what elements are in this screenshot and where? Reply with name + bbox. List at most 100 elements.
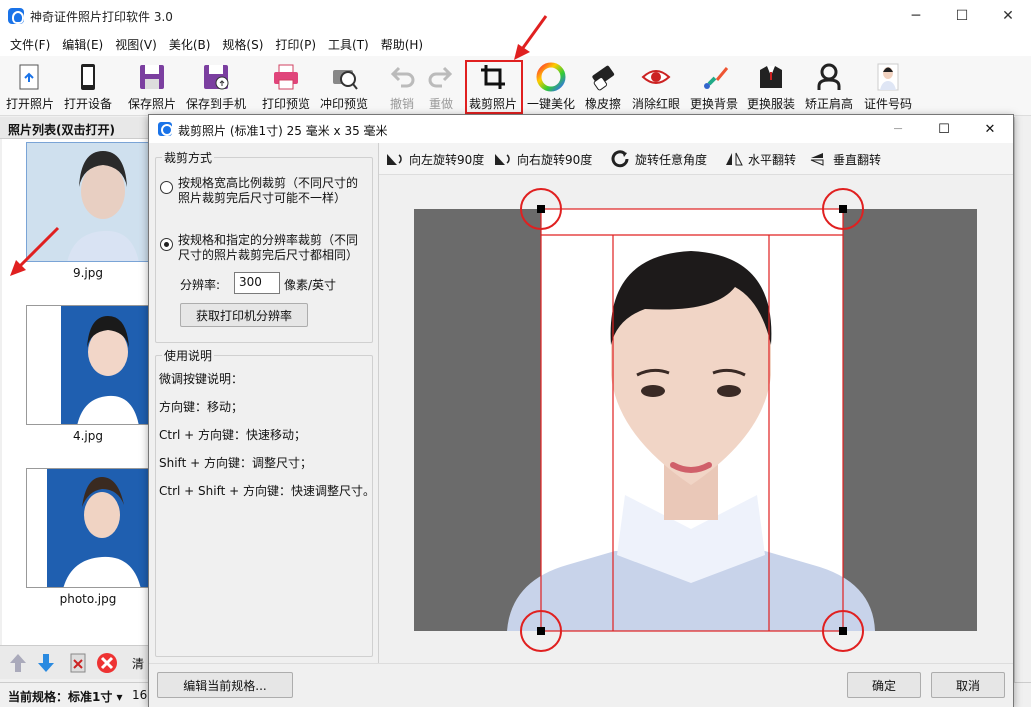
resolution-unit: 像素/英寸: [284, 278, 337, 292]
crop-canvas[interactable]: [379, 175, 1013, 663]
minimize-button[interactable]: ─: [893, 0, 939, 32]
save-photo-label: 保存照片: [128, 97, 177, 111]
usage-title: 使用说明: [162, 347, 215, 364]
get-printer-resolution-button[interactable]: 获取打印机分辨率: [180, 303, 308, 327]
right-side-strip: [1014, 117, 1031, 682]
print-preview-button[interactable]: 打印预览: [262, 60, 310, 114]
redo-button[interactable]: 重做: [424, 60, 458, 114]
correct-shoulders-button[interactable]: 矫正肩高: [805, 60, 853, 114]
develop-preview-label: 冲印预览: [320, 97, 369, 111]
rotate-left-button[interactable]: 向左旋转90度: [385, 149, 484, 169]
crop-resolution-radio[interactable]: [160, 238, 173, 251]
clear-label[interactable]: 清: [132, 655, 144, 672]
eraser-button[interactable]: 橡皮擦: [585, 60, 621, 114]
menu-view[interactable]: 视图(V): [109, 36, 163, 53]
dialog-close-button[interactable]: ✕: [967, 115, 1013, 143]
menu-print[interactable]: 打印(P): [269, 36, 322, 53]
flip-vertical-button[interactable]: 垂直翻转: [809, 149, 881, 169]
ok-button[interactable]: 确定: [847, 672, 921, 698]
remove-red-eye-label: 消除红眼: [632, 97, 681, 111]
crop-mode-title: 裁剪方式: [162, 149, 215, 166]
redo-icon: [424, 60, 458, 94]
move-down-icon[interactable]: [36, 652, 56, 674]
dialog-minimize-button[interactable]: ─: [875, 115, 921, 143]
photo-list-actions: 清: [0, 645, 148, 679]
edit-spec-button[interactable]: 编辑当前规格...: [157, 672, 293, 698]
crop-highlight-box: [465, 60, 523, 114]
open-device-button[interactable]: 打开设备: [64, 60, 112, 114]
open-photo-label: 打开照片: [6, 97, 55, 111]
printer-icon: [269, 60, 303, 94]
change-clothes-label: 更换服装: [747, 97, 796, 111]
rotate-left-label: 向左旋转90度: [409, 152, 485, 167]
open-photo-button[interactable]: 打开照片: [6, 60, 54, 114]
crop-resolution-label[interactable]: 按规格和指定的分辨率裁剪（不同 尺寸的照片裁剪完后尺寸都相同）: [178, 233, 358, 263]
photo-name-4: 4.jpg: [72, 429, 104, 443]
crop-resolution-line1: 按规格和指定的分辨率裁剪（不同: [178, 233, 359, 247]
eraser-label: 橡皮擦: [585, 97, 622, 111]
change-clothes-button[interactable]: 更换服装: [747, 60, 795, 114]
rotate-right-label: 向右旋转90度: [517, 152, 593, 167]
flip-horizontal-button[interactable]: 水平翻转: [724, 149, 796, 169]
resolution-input[interactable]: 300: [234, 272, 280, 294]
menu-tools[interactable]: 工具(T): [322, 36, 375, 53]
phone-icon: [71, 60, 105, 94]
current-spec-select[interactable]: 标准1寸 ▾: [68, 688, 123, 705]
redo-label: 重做: [428, 97, 453, 111]
dialog-title: 裁剪照片 (标准1寸) 25 毫米 x 35 毫米: [178, 124, 388, 138]
dialog-footer: 编辑当前规格... 确定 取消: [149, 663, 1013, 707]
save-to-phone-label: 保存到手机: [186, 97, 247, 111]
close-button[interactable]: ✕: [985, 0, 1031, 32]
rotate-right-button[interactable]: 向右旋转90度: [493, 149, 592, 169]
menu-help[interactable]: 帮助(H): [375, 36, 429, 53]
rotate-right-icon: [495, 154, 510, 165]
open-photo-icon: [13, 60, 47, 94]
one-click-beautify-button[interactable]: 一键美化: [527, 60, 575, 114]
remove-red-eye-button[interactable]: 消除红眼: [632, 60, 680, 114]
develop-preview-button[interactable]: 冲印预览: [320, 60, 368, 114]
change-background-button[interactable]: 更换背景: [690, 60, 738, 114]
rotate-any-label: 旋转任意角度: [635, 152, 708, 167]
menu-edit[interactable]: 编辑(E): [56, 36, 109, 53]
photo-thumbnail-4[interactable]: [26, 305, 150, 425]
menu-spec[interactable]: 规格(S): [216, 36, 269, 53]
undo-label: 撤销: [389, 97, 414, 111]
crop-ratio-label[interactable]: 按规格宽高比例裁剪（不同尺寸的 照片裁剪完后尺寸可能不一样）: [178, 176, 358, 206]
photo-thumbnail-photo[interactable]: [26, 468, 150, 588]
help-line: Shift + 方向键：调整尺寸；: [159, 456, 312, 470]
crop-ratio-line1: 按规格宽高比例裁剪（不同尺寸的: [178, 176, 359, 190]
flip-horizontal-icon: [726, 152, 743, 166]
maximize-button[interactable]: ☐: [939, 0, 985, 32]
crop-mode-group: 裁剪方式 按规格宽高比例裁剪（不同尺寸的 照片裁剪完后尺寸可能不一样） 按规格和指…: [155, 149, 373, 343]
current-spec-label: 当前规格：: [8, 690, 69, 704]
correct-shoulders-label: 矫正肩高: [805, 97, 854, 111]
undo-icon: [385, 60, 419, 94]
id-size-button[interactable]: 证件号码: [864, 60, 912, 114]
undo-button[interactable]: 撤销: [385, 60, 419, 114]
rotate-left-icon: [387, 154, 402, 165]
eraser-icon: [586, 60, 620, 94]
photo-list: 9.jpg 4.jpg photo.jpg: [2, 139, 150, 645]
dialog-maximize-button[interactable]: ☐: [921, 115, 967, 143]
cancel-button[interactable]: 取消: [931, 672, 1005, 698]
image-tools-bar: 向左旋转90度 向右旋转90度 旋转任意角度 水平翻转 垂直翻转: [379, 143, 1013, 175]
menu-file[interactable]: 文件(F): [4, 36, 56, 53]
flip-vertical-label: 垂直翻转: [833, 152, 882, 167]
rotate-any-angle-button[interactable]: 旋转任意角度: [611, 149, 707, 169]
rotate-any-icon: [611, 150, 629, 168]
person-outline-icon: [812, 60, 846, 94]
photo-name-photo: photo.jpg: [59, 592, 117, 606]
menu-beautify[interactable]: 美化(B): [163, 36, 217, 53]
crop-resolution-line2: 尺寸的照片裁剪完后尺寸都相同）: [178, 248, 359, 262]
paint-brush-icon: [697, 60, 731, 94]
save-to-phone-button[interactable]: 保存到手机: [186, 60, 246, 114]
chevron-down-icon: ▾: [116, 690, 123, 704]
crop-ratio-radio[interactable]: [160, 181, 173, 194]
move-up-icon[interactable]: [8, 652, 28, 674]
crop-options-panel: 裁剪方式 按规格宽高比例裁剪（不同尺寸的 照片裁剪完后尺寸可能不一样） 按规格和指…: [149, 143, 379, 663]
flip-horizontal-label: 水平翻转: [748, 152, 797, 167]
delete-file-icon[interactable]: [68, 652, 88, 674]
remove-all-icon[interactable]: [96, 652, 118, 674]
save-photo-button[interactable]: 保存照片: [128, 60, 176, 114]
annotation-arrow-left-icon: [10, 226, 60, 276]
